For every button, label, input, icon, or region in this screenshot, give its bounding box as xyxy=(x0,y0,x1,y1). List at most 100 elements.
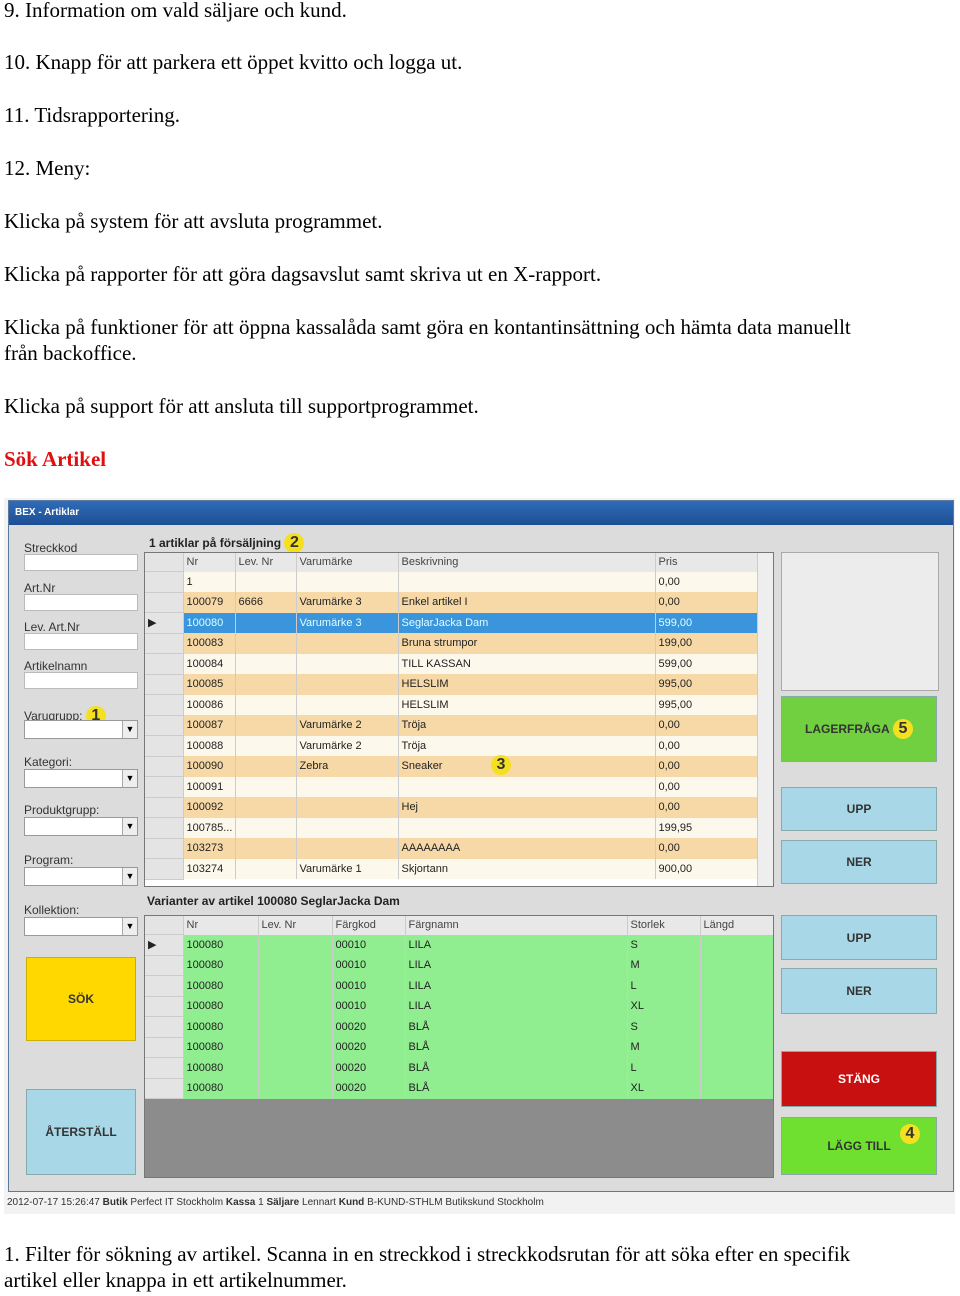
table-cell: Hej xyxy=(398,797,656,818)
table-row[interactable]: 100087 Varumärke 2 Tröja 0,00 xyxy=(145,715,758,736)
articles-down-button[interactable]: NER xyxy=(781,840,937,884)
doc-line: 11. Tidsrapportering. xyxy=(4,103,180,127)
column-header[interactable]: Pris xyxy=(655,553,758,572)
table-cell: Varumärke 1 xyxy=(296,858,399,879)
stock-query-button[interactable]: LAGERFRÅGA 5 xyxy=(781,696,937,762)
table-cell: HELSLIM xyxy=(398,674,656,695)
table-cell xyxy=(235,838,297,859)
column-header[interactable]: Färgnamn xyxy=(405,916,628,935)
table-row[interactable]: 103274 Varumärke 1 Skjortann 900,00 xyxy=(145,858,758,880)
header-row: Nr Lev. Nr Varumärke Beskrivning Pris xyxy=(145,553,758,572)
table-row[interactable]: 100091 0,00 xyxy=(145,776,758,798)
table-row[interactable]: 100088 Varumärke 2 Tröja 0,00 xyxy=(145,735,758,757)
table-cell: 00010 xyxy=(332,955,406,976)
table-row[interactable]: 1 0,00 xyxy=(145,571,758,593)
table-cell: Sneaker xyxy=(398,756,656,777)
column-header[interactable]: Nr xyxy=(183,553,236,572)
column-header[interactable]: Lev. Nr xyxy=(258,916,333,935)
close-button[interactable]: STÄNG xyxy=(781,1051,937,1107)
table-row[interactable]: 100090 Zebra Sneaker 0,00 xyxy=(145,756,758,777)
status-customer: B-KUND-STHLM Butikskund Stockholm xyxy=(367,1197,544,1208)
column-header[interactable]: Nr xyxy=(183,916,259,935)
table-row[interactable]: 100092 Hej 0,00 xyxy=(145,797,758,818)
dropdown-select[interactable]: ▼ xyxy=(24,867,138,886)
column-header[interactable]: Varumärke xyxy=(296,553,399,572)
variants-up-button[interactable]: UPP xyxy=(781,915,937,960)
add-button[interactable]: LÄGG TILL 4 xyxy=(781,1117,937,1175)
reset-button[interactable]: ÅTERSTÄLL xyxy=(26,1089,136,1175)
table-row[interactable]: 100785... 199,95 xyxy=(145,817,758,839)
table-cell xyxy=(258,996,333,1017)
table-cell: SeglarJacka Dam xyxy=(398,612,656,633)
table-cell: LILA xyxy=(405,934,628,955)
stock-label: LAGERFRÅGA xyxy=(804,722,890,736)
dropdown-label-text: Kategori: xyxy=(24,755,73,769)
row-header xyxy=(145,653,184,675)
search-button[interactable]: SÖK xyxy=(26,957,136,1041)
table-row[interactable]: 100079 6666 Varumärke 3 Enkel artikel I 0,00 xyxy=(145,592,758,613)
dropdown-select[interactable]: ▼ xyxy=(24,817,138,836)
table-row[interactable]: 100080 00020 BLÅ S xyxy=(145,1016,773,1038)
table-cell: 100092 xyxy=(183,797,236,818)
table-row[interactable]: 100080 00010 LILA L xyxy=(145,975,773,997)
table-row[interactable]: 100080 00020 BLÅ M xyxy=(145,1037,773,1058)
table-row[interactable]: 103273 AAAAAAAA 0,00 xyxy=(145,838,758,859)
column-header[interactable]: Storlek xyxy=(627,916,701,935)
table-cell xyxy=(235,633,297,654)
dropdown-select[interactable]: ▼ xyxy=(24,917,138,936)
dropdown-label: Program: xyxy=(24,853,73,867)
filter-input[interactable] xyxy=(24,633,138,650)
table-cell: 0,00 xyxy=(655,838,758,859)
row-header xyxy=(145,674,184,695)
dropdown-select[interactable]: ▼ xyxy=(24,769,138,788)
status-bar: 2012-07-17 15:26:47 Butik Perfect IT Sto… xyxy=(7,1197,544,1208)
articles-up-button[interactable]: UPP xyxy=(781,787,937,831)
table-cell: 100080 xyxy=(183,1078,259,1099)
table-cell: 100080 xyxy=(183,612,236,633)
table-row[interactable]: 100086 HELSLIM 995,00 xyxy=(145,694,758,716)
filter-input[interactable] xyxy=(24,554,138,571)
table-cell xyxy=(700,1078,773,1099)
table-row[interactable]: 100080 00020 BLÅ XL xyxy=(145,1078,773,1099)
table-cell: 103273 xyxy=(183,838,236,859)
filter-input[interactable] xyxy=(24,672,138,689)
table-cell xyxy=(235,571,297,592)
column-header[interactable]: Längd xyxy=(700,916,773,935)
row-header xyxy=(145,975,184,997)
table-row[interactable]: 100084 TILL KASSAN 599,00 xyxy=(145,653,758,675)
variants-down-button[interactable]: NER xyxy=(781,968,937,1014)
table-cell: 995,00 xyxy=(655,694,758,715)
table-cell: 0,00 xyxy=(655,756,758,777)
table-row[interactable]: 100080 00020 BLÅ L xyxy=(145,1057,773,1079)
table-cell xyxy=(296,776,399,797)
articles-scrollbar[interactable] xyxy=(757,553,773,886)
table-row[interactable]: 100080 00010 LILA XL xyxy=(145,996,773,1017)
table-cell: Tröja xyxy=(398,735,656,756)
table-row[interactable]: ▶ 100080 Varumärke 3 SeglarJacka Dam 599,00 xyxy=(145,612,758,634)
table-cell: 103274 xyxy=(183,858,236,879)
dropdown-select[interactable]: ▼ xyxy=(24,720,138,739)
table-cell: 100080 xyxy=(183,1057,259,1078)
table-cell: 100088 xyxy=(183,735,236,756)
table-row[interactable]: 100085 HELSLIM 995,00 xyxy=(145,674,758,695)
table-cell: 0,00 xyxy=(655,715,758,736)
column-header[interactable]: Färgkod xyxy=(332,916,406,935)
row-header xyxy=(145,1057,184,1079)
table-row[interactable]: 100083 Bruna strumpor 199,00 xyxy=(145,633,758,654)
column-header[interactable]: Beskrivning xyxy=(398,553,656,572)
row-header xyxy=(145,817,184,839)
doc-line: Klicka på funktioner för att öppna kassa… xyxy=(4,315,851,365)
table-cell xyxy=(700,955,773,976)
table-row[interactable]: 100080 00010 LILA M xyxy=(145,955,773,976)
table-cell xyxy=(296,633,399,654)
app-screenshot: BEX - Artiklar Streckkod Art.Nr Lev. Art.N… xyxy=(4,498,955,1214)
table-cell xyxy=(398,817,656,838)
dropdown-label-text: Program: xyxy=(24,853,74,867)
column-header[interactable]: Lev. Nr xyxy=(235,553,297,572)
table-cell: 100080 xyxy=(183,1037,259,1058)
filter-input[interactable] xyxy=(24,594,138,611)
table-cell: 0,00 xyxy=(655,776,758,797)
table-cell xyxy=(235,653,297,674)
table-row[interactable]: ▶ 100080 00010 LILA S xyxy=(145,934,773,956)
row-header xyxy=(145,838,184,859)
